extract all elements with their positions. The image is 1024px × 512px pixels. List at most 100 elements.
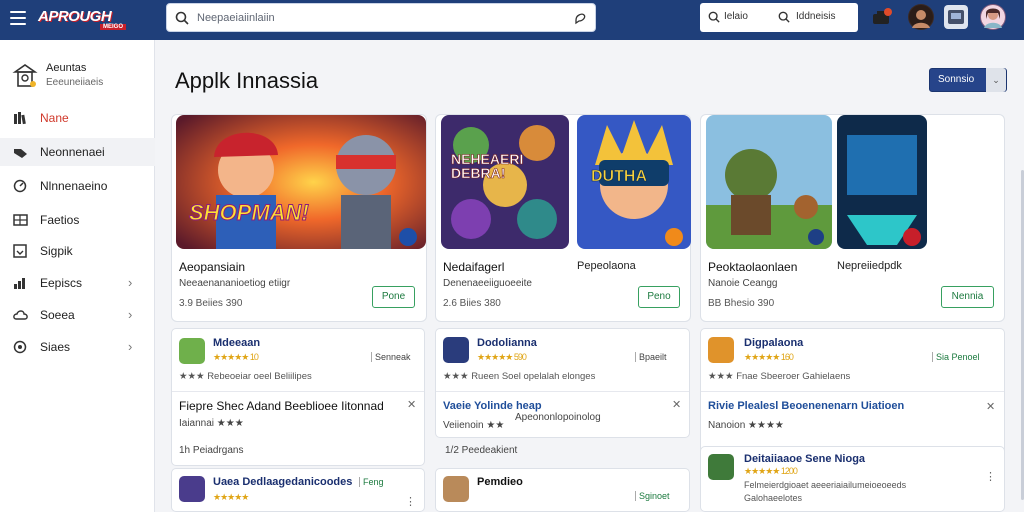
chart-icon xyxy=(14,278,25,289)
app-list-card[interactable] xyxy=(171,468,425,512)
app-icon[interactable] xyxy=(708,454,734,480)
app-logo[interactable]: APROUGH MEIGO xyxy=(38,6,126,32)
featured-name: Peoktaolaonlaen xyxy=(708,260,798,274)
sidebar-item-eepiscs[interactable]: Eepiscs › xyxy=(0,269,155,297)
promo-meta: 1h Peiadrgans xyxy=(179,445,244,456)
chevron-right-icon: › xyxy=(128,275,133,290)
menu-icon[interactable] xyxy=(10,11,26,25)
grid-icon xyxy=(13,214,28,226)
more-icon[interactable]: ⋮ xyxy=(405,495,416,508)
sidebar: Aeuntas Eeeuneiiaeis Nane Neonnenaei Nln… xyxy=(0,40,155,512)
app-list-card[interactable] xyxy=(435,468,690,512)
divider xyxy=(172,391,424,392)
app-icon[interactable] xyxy=(179,338,205,364)
app-desc: ★★★ Rueen Soel opelalah elonges xyxy=(443,371,596,382)
app-action[interactable]: Senneak xyxy=(371,352,411,362)
app-rating: ★★★★★ xyxy=(213,492,249,502)
sidebar-item-nane[interactable]: Nane xyxy=(0,104,155,132)
get-button[interactable]: Peno xyxy=(638,286,680,308)
featured-sub: Denenaeeiiguoeeite xyxy=(443,278,532,289)
featured-name: Nedaifagerl xyxy=(443,260,505,274)
app-title[interactable]: Digpalaona xyxy=(744,337,803,349)
sidebar-item-soeea[interactable]: Soeea › xyxy=(0,301,155,329)
app-icon[interactable] xyxy=(443,476,469,502)
sidebar-item-label: Neonnenaei xyxy=(40,145,105,159)
promo-sub: Veiienoin ★★ xyxy=(443,420,505,431)
promo-sub: Nanoion ★★★★ xyxy=(708,420,784,431)
app-icon[interactable] xyxy=(443,337,469,363)
app-rating: ★★★★★ 1200 xyxy=(744,466,798,476)
featured-name: Aeopansiain xyxy=(179,260,246,274)
sort-button[interactable]: Sonnsio ⌄ xyxy=(929,68,1007,92)
close-icon[interactable]: ✕ xyxy=(986,400,995,413)
featured-art-title: SHOPMAN! xyxy=(189,200,310,226)
app-title[interactable]: Mdeeaan xyxy=(213,337,260,349)
sidebar-item-neonnenaei[interactable]: Neonnenaei xyxy=(0,138,155,166)
search-icon xyxy=(708,11,720,23)
account-name: Aeuntas xyxy=(46,62,87,74)
sidebar-item-label: Eepiscs xyxy=(40,276,83,290)
app-icon[interactable] xyxy=(179,476,205,502)
chevron-down-icon[interactable]: ⌄ xyxy=(986,68,1006,92)
more-icon[interactable]: ⋮ xyxy=(985,470,996,483)
featured-art-title: NEHEAERI DEBRA! xyxy=(451,151,524,181)
voice-icon[interactable] xyxy=(573,11,587,25)
sidebar-item-nlnnenaeino[interactable]: Nlnnenaeino xyxy=(0,172,155,200)
promo-meta: 1/2 Peedeakient xyxy=(445,445,518,456)
app-desc: ★★★ Rebeoeiar oeel Beliilipes xyxy=(179,371,312,382)
sidebar-item-siaes[interactable]: Siaes › xyxy=(0,333,155,361)
app-action[interactable]: Sginoet xyxy=(635,491,670,501)
search-bar[interactable]: Neepaeiaiinlaiin xyxy=(166,3,596,32)
promo-sub: Iaiannai ★★★ xyxy=(179,418,244,429)
promo-title[interactable]: Vaeie Yolinde heap xyxy=(443,400,542,412)
featured-art[interactable] xyxy=(837,115,927,249)
app-title[interactable]: Uaea Dedlaagedanicoodes xyxy=(213,476,352,488)
get-button[interactable]: Nennia xyxy=(941,286,994,308)
app-title[interactable]: Dodolianna xyxy=(477,337,537,349)
app-title[interactable]: Deitaiiaaoe Sene Nioga xyxy=(744,453,865,465)
app-title[interactable]: Pemdieo xyxy=(477,476,523,488)
quick-search-a[interactable]: Ielaio xyxy=(724,11,748,22)
app-icon[interactable] xyxy=(708,337,734,363)
featured-meta: 3.9 Beiies 390 xyxy=(179,298,243,309)
gift-icon[interactable] xyxy=(944,5,968,29)
logo-text: APROUGH xyxy=(38,8,112,25)
sidebar-item-sigpik[interactable]: Sigpik xyxy=(0,237,155,265)
sort-label: Sonnsio xyxy=(938,74,975,85)
sidebar-item-label: Sigpik xyxy=(40,244,73,258)
featured-art[interactable] xyxy=(706,115,832,249)
close-icon[interactable]: ✕ xyxy=(672,398,681,411)
search-icon xyxy=(778,11,790,23)
close-icon[interactable]: ✕ xyxy=(407,398,416,411)
sidebar-item-label: Nlnnenaeino xyxy=(40,179,108,193)
profile-avatar[interactable] xyxy=(980,4,1006,30)
featured-meta: BB Bhesio 390 xyxy=(708,298,775,309)
app-rating: ★★★★★ 10 xyxy=(213,352,259,362)
promo-extra: Apeononlopoinolog xyxy=(515,412,601,423)
promo-title[interactable]: Fiepre Shec Adand Beeblioee Iitonnad xyxy=(179,398,385,415)
toolbar-icons xyxy=(870,4,1020,32)
featured-sub: Neeaenananioetiog etiigr xyxy=(179,278,291,289)
app-action[interactable]: Bpaeilt xyxy=(635,352,667,362)
page-title: Applk Innassia xyxy=(175,68,319,93)
quick-search-b[interactable]: Iddneisis xyxy=(796,11,835,22)
quick-search[interactable]: Ielaio Iddneisis xyxy=(700,3,858,32)
gauge-icon xyxy=(13,179,27,193)
promo-title[interactable]: Rivie Plealesl Beoenenenarn Uiatioen xyxy=(708,400,904,412)
notifications-icon[interactable] xyxy=(872,8,892,26)
library-icon xyxy=(14,112,26,125)
download-icon xyxy=(13,244,27,258)
featured-side: Nepreiiedpdk xyxy=(837,260,902,272)
sidebar-item-faetios[interactable]: Faetios xyxy=(0,206,155,234)
app-action[interactable]: Sia Penoel xyxy=(932,352,980,362)
account-box[interactable]: Aeuntas Eeeuneiiaeis xyxy=(10,60,150,96)
get-button[interactable]: Pone xyxy=(372,286,415,308)
featured-art[interactable] xyxy=(441,115,569,249)
logo-sub: MEIGO xyxy=(99,24,126,30)
account-sub: Eeeuneiiaeis xyxy=(46,77,104,88)
top-bar: APROUGH MEIGO Neepaeiaiinlaiin Ielaio Id… xyxy=(0,0,1024,40)
app-desc: ★★★ Fnae Sbeeroer Gahielaens xyxy=(708,371,851,382)
featured-meta: 2.6 Biies 380 xyxy=(443,298,501,309)
avatar[interactable] xyxy=(908,4,934,30)
featured-art[interactable] xyxy=(176,115,426,249)
